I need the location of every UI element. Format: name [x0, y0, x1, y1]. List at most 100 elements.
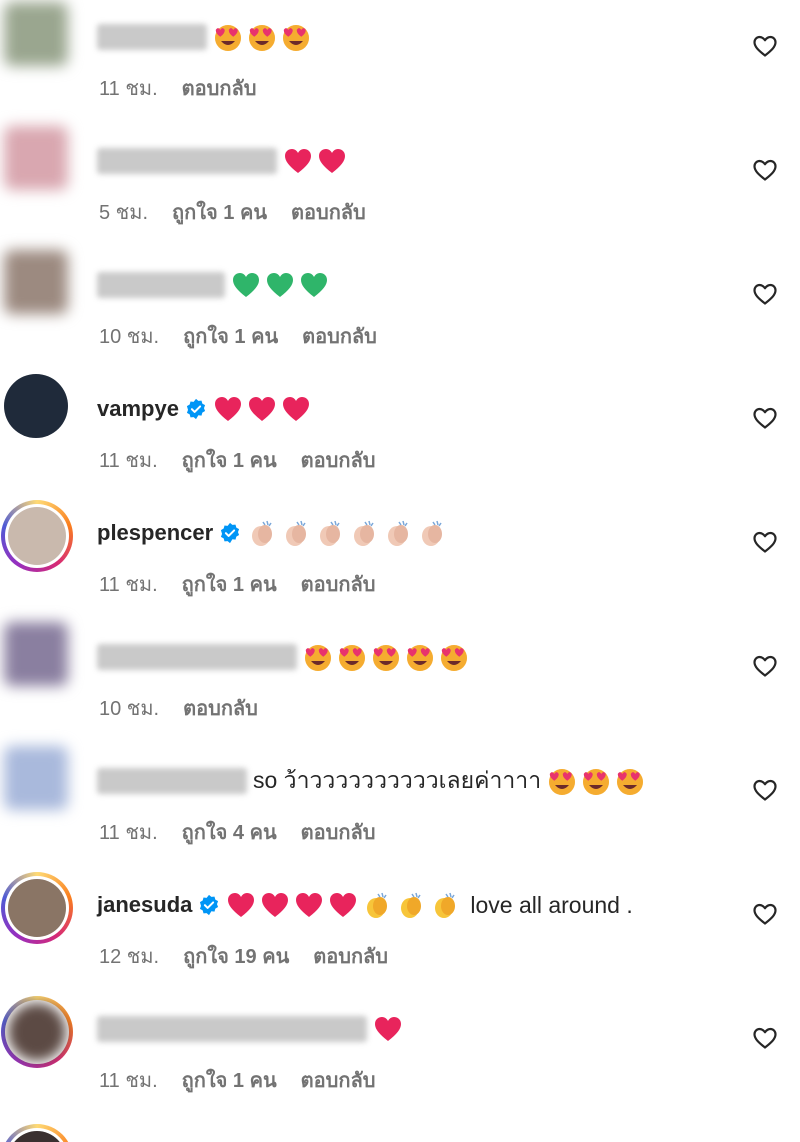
like-heart-icon[interactable]: [752, 158, 778, 182]
heart-eyes-emoji: [247, 22, 277, 52]
likes-count[interactable]: ถูกใจ 19 คน: [183, 940, 289, 972]
likes-count[interactable]: ถูกใจ 1 คน: [172, 196, 267, 228]
timestamp: 10 ชม.: [99, 326, 160, 348]
avatar[interactable]: [4, 622, 68, 686]
comment-content: janesuda love all around .: [97, 888, 633, 922]
reply-button[interactable]: ตอบกลับ: [183, 692, 258, 724]
like-heart-icon[interactable]: [752, 778, 778, 802]
clap-yellow-emoji: [362, 890, 392, 920]
emoji-group: [283, 146, 351, 176]
comment-item: vampye 11 ชม. ถูกใจ 1 คน ตอบกลับ: [0, 370, 800, 494]
likes-count[interactable]: ถูกใจ 1 คน: [182, 1064, 277, 1096]
comment-list: 11 ชม. ตอบกลับ 5 ชม. ถูกใจ 1 คน ตอบกลับ 10 ชม…: [0, 0, 800, 1142]
comment-meta: 11 ชม. ถูกใจ 4 คน ตอบกลับ: [99, 816, 375, 848]
verified-badge-icon: [219, 522, 241, 544]
avatar[interactable]: [1, 1124, 73, 1142]
username-redacted: [97, 768, 247, 794]
verified-badge-icon: [185, 398, 207, 420]
comment-content: [97, 144, 351, 178]
clap-emoji: [383, 518, 413, 548]
red-heart-emoji: [260, 890, 290, 920]
red-heart-emoji: [328, 890, 358, 920]
comment-item: 11 ชม. ถูกใจ 1 คน ตอบกลับ: [0, 990, 800, 1114]
reply-button[interactable]: ตอบกลับ: [291, 196, 366, 228]
like-heart-icon[interactable]: [752, 1026, 778, 1050]
timestamp: 10 ชม.: [99, 698, 160, 720]
red-heart-emoji: [373, 1014, 403, 1044]
comment-meta: 12 ชม. ถูกใจ 19 คน ตอบกลับ: [99, 940, 388, 972]
avatar[interactable]: [4, 250, 68, 314]
timestamp: 11 ชม.: [99, 822, 158, 844]
username-redacted: [97, 148, 277, 174]
like-heart-icon[interactable]: [752, 282, 778, 306]
comment-item: 5 ชม. ถูกใจ 1 คน ตอบกลับ: [0, 122, 800, 246]
heart-eyes-emoji: [337, 642, 367, 672]
avatar[interactable]: [4, 746, 68, 810]
avatar[interactable]: [4, 126, 68, 190]
like-heart-icon[interactable]: [752, 654, 778, 678]
likes-count[interactable]: ถูกใจ 4 คน: [182, 816, 277, 848]
clap-yellow-emoji: [396, 890, 426, 920]
reply-button[interactable]: ตอบกลับ: [301, 444, 376, 476]
comment-content: [97, 1012, 407, 1046]
username[interactable]: janesuda: [97, 892, 192, 918]
reply-button[interactable]: ตอบกลับ: [301, 568, 376, 600]
comment-meta: 10 ชม. ตอบกลับ: [99, 692, 258, 724]
comment-item: 11 ชม. ตอบกลับ: [0, 0, 800, 122]
clap-emoji: [417, 518, 447, 548]
comment-content: vampye: [97, 392, 315, 426]
likes-count[interactable]: ถูกใจ 1 คน: [183, 320, 278, 352]
verified-badge-icon: [198, 894, 220, 916]
avatar[interactable]: [1, 872, 73, 944]
red-heart-emoji: [213, 394, 243, 424]
comment-content: [97, 640, 473, 674]
timestamp: 11 ชม.: [99, 78, 158, 100]
avatar[interactable]: [4, 374, 68, 438]
heart-eyes-emoji: [371, 642, 401, 672]
avatar[interactable]: [4, 2, 68, 66]
username[interactable]: plespencer: [97, 520, 213, 546]
emoji-group: [231, 270, 333, 300]
comment-item: janesuda love all around . 12 ชม. ถูกใจ 19 …: [0, 866, 800, 990]
comment-text: so ว้าววววววววววเลยค่าาาา: [253, 767, 542, 793]
comment-item: 10 ชม. ตอบกลับ: [0, 618, 800, 742]
likes-count[interactable]: ถูกใจ 1 คน: [182, 568, 277, 600]
avatar[interactable]: [1, 500, 73, 572]
clap-emoji: [349, 518, 379, 548]
reply-button[interactable]: ตอบกลับ: [182, 72, 257, 104]
likes-count[interactable]: ถูกใจ 1 คน: [182, 444, 277, 476]
comment-item: 10 ชม. ถูกใจ 1 คน ตอบกลับ: [0, 246, 800, 370]
red-heart-emoji: [294, 890, 324, 920]
reply-button[interactable]: ตอบกลับ: [302, 320, 377, 352]
reply-button[interactable]: ตอบกลับ: [313, 940, 388, 972]
heart-eyes-emoji: [547, 766, 577, 796]
green-heart-emoji: [231, 270, 261, 300]
clap-emoji: [247, 518, 277, 548]
comment-content: so ว้าววววววววววเลยค่าาาา: [97, 764, 649, 798]
clap-emoji: [281, 518, 311, 548]
username[interactable]: vampye: [97, 396, 179, 422]
reply-button[interactable]: ตอบกลับ: [301, 1064, 376, 1096]
avatar-photo: [8, 507, 66, 565]
emoji-group: [247, 518, 451, 548]
like-heart-icon[interactable]: [752, 530, 778, 554]
like-heart-icon[interactable]: [752, 902, 778, 926]
heart-eyes-emoji: [303, 642, 333, 672]
timestamp: 11 ชม.: [99, 574, 158, 596]
comment-meta: 5 ชม. ถูกใจ 1 คน ตอบกลับ: [99, 196, 366, 228]
red-heart-emoji: [317, 146, 347, 176]
username-redacted: [97, 272, 225, 298]
like-heart-icon[interactable]: [752, 406, 778, 430]
emoji-group: [226, 890, 464, 920]
comment-item: plespencer 11 ชม. ถูกใจ 1 คน ตอบกลับ: [0, 494, 800, 618]
emoji-group: [213, 22, 315, 52]
like-heart-icon[interactable]: [752, 34, 778, 58]
username-redacted: [97, 24, 207, 50]
comment-content: [97, 268, 333, 302]
username-redacted: [97, 1016, 367, 1042]
clap-yellow-emoji: [430, 890, 460, 920]
heart-eyes-emoji: [439, 642, 469, 672]
reply-button[interactable]: ตอบกลับ: [301, 816, 376, 848]
timestamp: 11 ชม.: [99, 450, 158, 472]
avatar[interactable]: [1, 996, 73, 1068]
